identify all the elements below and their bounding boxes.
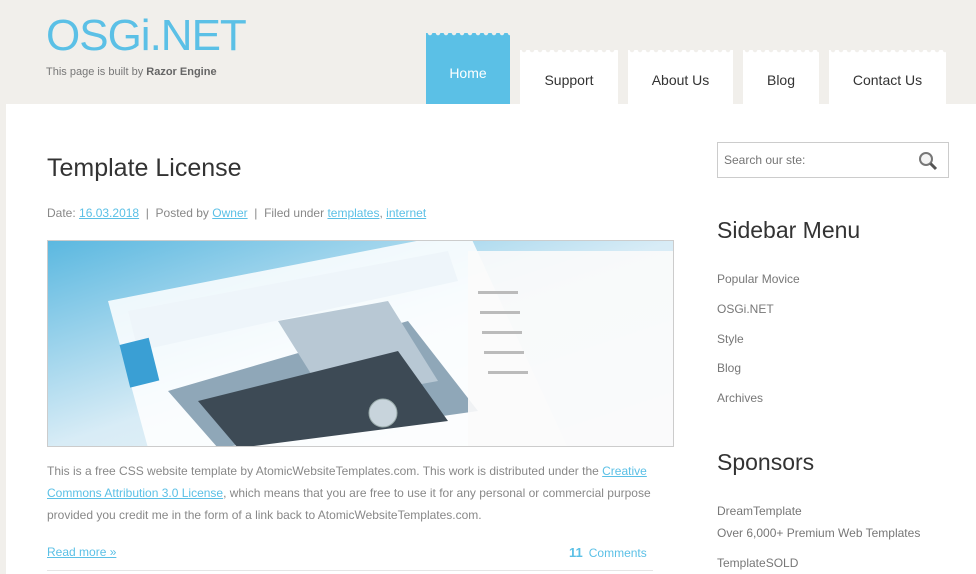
search-box [717, 142, 949, 178]
laptop-illustration [48, 241, 673, 446]
sidebar-item-popular-movice[interactable]: Popular Movice [717, 272, 800, 286]
search-input[interactable] [718, 143, 908, 177]
nav-home[interactable]: Home [426, 33, 510, 104]
sponsor-dreamtemplate[interactable]: DreamTemplate [717, 504, 802, 518]
sidebar-item-archives[interactable]: Archives [717, 391, 763, 405]
post-title: Template License [47, 154, 242, 182]
post-image [47, 240, 674, 447]
search-icon[interactable] [918, 151, 938, 171]
sidebar-item-osgi-net[interactable]: OSGi.NET [717, 302, 774, 316]
sidebar-item-blog[interactable]: Blog [717, 361, 741, 375]
posted-by-label: Posted by [155, 206, 209, 220]
nav-about-us[interactable]: About Us [628, 50, 733, 104]
date-label: Date: [47, 206, 76, 220]
filed-under-label: Filed under [264, 206, 325, 220]
comments-label: Comments [588, 546, 647, 560]
sidebar-item-style[interactable]: Style [717, 332, 744, 346]
comments-link[interactable]: 11 Comments [569, 545, 647, 560]
tagline-bold: Razor Engine [146, 66, 217, 78]
nav-contact-us[interactable]: Contact Us [829, 50, 946, 104]
tagline: This page is built by Razor Engine [46, 66, 217, 78]
date-link[interactable]: 16.03.2018 [79, 206, 139, 220]
sponsor-templatesold[interactable]: TemplateSOLD [717, 556, 798, 570]
sidebar-menu-title: Sidebar Menu [717, 217, 861, 243]
post-body: This is a free CSS website template by A… [47, 460, 667, 526]
post-meta: Date: 16.03.2018 | Posted by Owner | Fil… [47, 206, 427, 220]
divider [47, 570, 653, 571]
sponsor-description: Over 6,000+ Premium Web Templates [717, 526, 921, 540]
nav-blog[interactable]: Blog [743, 50, 819, 104]
read-more-link[interactable]: Read more » [47, 545, 116, 559]
comment-count: 11 [569, 545, 583, 560]
author-link[interactable]: Owner [212, 206, 247, 220]
site-logo[interactable]: OSGi.NET [46, 14, 247, 58]
nav-support[interactable]: Support [520, 50, 618, 104]
body-text: This is a free CSS website template by A… [47, 464, 599, 478]
tag-link[interactable]: internet [386, 206, 426, 220]
sponsors-title: Sponsors [717, 449, 815, 475]
tag-link[interactable]: templates [327, 206, 379, 220]
tagline-text: This page is built by [46, 66, 144, 78]
